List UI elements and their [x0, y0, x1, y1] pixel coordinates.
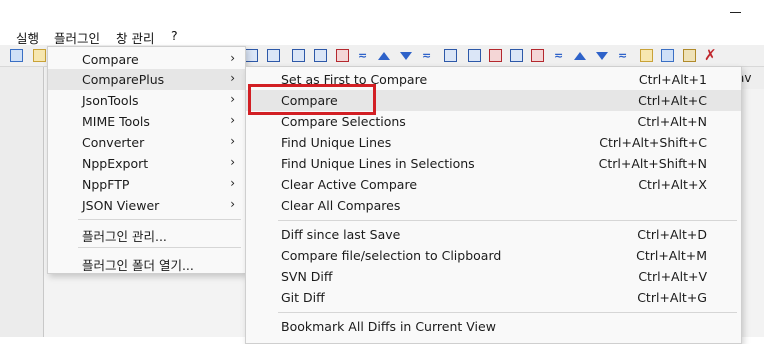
chevron-right-icon: › — [230, 197, 235, 211]
shortcut-label: Ctrl+Alt+N — [637, 114, 707, 129]
toolbar-compare-icon[interactable] — [468, 49, 481, 62]
shortcut-label: Ctrl+Alt+V — [638, 269, 707, 284]
menu-item-label: NppExport — [82, 156, 149, 171]
toolbar-prev-diff-icon[interactable] — [378, 52, 390, 60]
menu-separator — [78, 219, 241, 220]
shortcut-label: Ctrl+Alt+D — [637, 227, 707, 242]
menu-item-compare[interactable]: Compare › — [48, 49, 245, 70]
toolbar-compare-icon[interactable] — [510, 49, 523, 62]
submenu-item-clear-active[interactable]: Clear Active Compare Ctrl+Alt+X — [246, 174, 741, 195]
menu-item-label: JSON Viewer — [82, 198, 160, 213]
toolbar-first-diff-icon[interactable]: ≂ — [554, 49, 563, 62]
toolbar-last-diff-icon[interactable]: ≂ — [422, 49, 431, 62]
menu-bar: 실행 플러그인 창 관리 ? — [0, 26, 764, 46]
submenu-item-label: Bookmark All Diffs in Current View — [281, 319, 496, 334]
toolbar-first-diff-icon[interactable]: ≂ — [358, 49, 367, 62]
submenu-item-git-diff[interactable]: Git Diff Ctrl+Alt+G — [246, 287, 741, 308]
menu-item-jsonviewer[interactable]: JSON Viewer › — [48, 195, 245, 216]
chevron-right-icon: › — [230, 113, 235, 127]
submenu-item-label: Git Diff — [281, 290, 325, 305]
submenu-item-clear-all[interactable]: Clear All Compares — [246, 195, 741, 216]
menu-item-plugin-admin[interactable]: 플러그인 관리... — [48, 223, 245, 244]
submenu-item-label: Clear Active Compare — [281, 177, 418, 192]
toolbar-compare-icon[interactable] — [444, 49, 457, 62]
toolbar-compare-icon[interactable] — [489, 49, 502, 62]
toolbar-folder-icon[interactable] — [33, 49, 46, 62]
chevron-right-icon: › — [230, 176, 235, 190]
shortcut-label: Ctrl+Alt+C — [638, 93, 707, 108]
toolbar-next-diff-icon[interactable] — [596, 52, 608, 60]
left-panel — [0, 67, 44, 337]
chevron-right-icon: › — [230, 155, 235, 169]
shortcut-label: Ctrl+Alt+1 — [638, 72, 707, 87]
toolbar-compare-icon[interactable] — [683, 49, 696, 62]
chevron-right-icon: › — [230, 71, 235, 85]
menu-item-nppexport[interactable]: NppExport › — [48, 153, 245, 174]
submenu-item-label: Find Unique Lines in Selections — [281, 156, 475, 171]
submenu-item-find-unique-selections[interactable]: Find Unique Lines in Selections Ctrl+Alt… — [246, 153, 741, 174]
menu-item-jsontools[interactable]: JsonTools › — [48, 90, 245, 111]
menu-separator — [278, 312, 737, 313]
shortcut-label: Ctrl+Alt+Shift+C — [599, 135, 707, 150]
toolbar-last-diff-icon[interactable]: ≂ — [618, 49, 627, 62]
shortcut-label: Ctrl+Alt+Shift+N — [598, 156, 707, 171]
submenu-item-label: Compare file/selection to Clipboard — [281, 248, 502, 263]
submenu-item-label: Diff since last Save — [281, 227, 401, 242]
submenu-item-find-unique[interactable]: Find Unique Lines Ctrl+Alt+Shift+C — [246, 132, 741, 153]
toolbar-compare-icon[interactable] — [245, 49, 258, 62]
menu-item-label: Converter — [82, 135, 145, 150]
menu-item-label: NppFTP — [82, 177, 130, 192]
toolbar-compare-icon[interactable] — [336, 49, 349, 62]
toolbar-compare-icon[interactable] — [640, 49, 653, 62]
shortcut-label: Ctrl+Alt+M — [636, 248, 707, 263]
menu-item-converter[interactable]: Converter › — [48, 132, 245, 153]
menu-item-label: 플러그인 관리... — [82, 229, 167, 244]
title-bar — [0, 0, 764, 26]
menu-help[interactable]: ? — [171, 28, 178, 43]
submenu-item-compare-clipboard[interactable]: Compare file/selection to Clipboard Ctrl… — [246, 245, 741, 266]
chevron-right-icon: › — [230, 92, 235, 106]
submenu-item-label: Clear All Compares — [281, 198, 401, 213]
menu-item-compareplus[interactable]: ComparePlus › — [48, 69, 245, 90]
menu-separator — [278, 220, 737, 221]
toolbar-compare-icon[interactable] — [314, 49, 327, 62]
chevron-right-icon: › — [230, 51, 235, 65]
chevron-right-icon: › — [230, 134, 235, 148]
submenu-item-bookmark-diffs[interactable]: Bookmark All Diffs in Current View — [246, 316, 741, 337]
toolbar-compare-icon[interactable] — [531, 49, 544, 62]
toolbar-compare-icon[interactable] — [661, 49, 674, 62]
annotation-highlight-box — [248, 84, 376, 115]
submenu-item-label: Compare Selections — [281, 114, 406, 129]
submenu-item-label: Find Unique Lines — [281, 135, 392, 150]
toolbar-next-diff-icon[interactable] — [400, 52, 412, 60]
menu-item-label: 플러그인 폴더 열기... — [82, 258, 194, 273]
minimize-icon[interactable] — [730, 12, 741, 13]
red-x-icon[interactable]: ✗ — [704, 47, 717, 64]
menu-item-label: JsonTools — [82, 93, 139, 108]
menu-item-plugin-folder[interactable]: 플러그인 폴더 열기... — [48, 252, 245, 273]
submenu-item-svn-diff[interactable]: SVN Diff Ctrl+Alt+V — [246, 266, 741, 287]
toolbar-prev-diff-icon[interactable] — [574, 52, 586, 60]
toolbar-doc-icon[interactable] — [10, 49, 23, 62]
menu-item-nppftp[interactable]: NppFTP › — [48, 174, 245, 195]
toolbar-compare-icon[interactable] — [292, 49, 305, 62]
shortcut-label: Ctrl+Alt+X — [638, 177, 707, 192]
submenu-item-diff-last-save[interactable]: Diff since last Save Ctrl+Alt+D — [246, 224, 741, 245]
menu-item-label: ComparePlus — [82, 72, 165, 87]
menu-item-mimetools[interactable]: MIME Tools › — [48, 111, 245, 132]
menu-item-label: Compare — [82, 52, 139, 67]
plugins-menu: Compare › ComparePlus › JsonTools › MIME… — [47, 46, 246, 274]
submenu-item-label: SVN Diff — [281, 269, 333, 284]
shortcut-label: Ctrl+Alt+G — [637, 290, 707, 305]
menu-item-label: MIME Tools — [82, 114, 150, 129]
toolbar-compare-icon[interactable] — [267, 49, 280, 62]
menu-separator — [78, 247, 241, 248]
